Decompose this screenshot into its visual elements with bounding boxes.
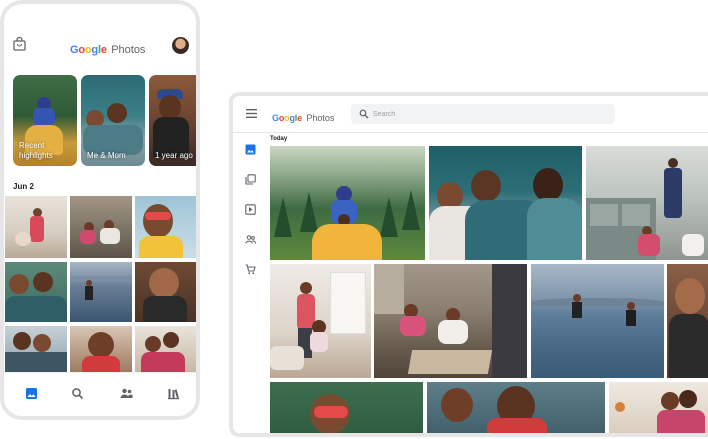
photo-tile[interactable] <box>427 382 605 433</box>
photos-wordmark: Photos <box>111 44 146 56</box>
albums-icon[interactable] <box>245 174 256 185</box>
print-store-icon[interactable] <box>245 264 256 275</box>
photos-icon[interactable] <box>25 387 38 400</box>
memory-card-1-year-ago[interactable]: 1 year ago <box>149 75 196 166</box>
library-icon[interactable] <box>167 387 180 400</box>
tablet-device: Google Photos Today <box>229 92 708 437</box>
photo-tile[interactable] <box>667 264 708 378</box>
memory-label-line: Me & Mom <box>87 151 126 160</box>
app-logo: Google Photos <box>272 108 334 126</box>
search-bar[interactable] <box>351 104 615 124</box>
memory-label-line: 1 year ago <box>155 151 193 160</box>
photo-tile[interactable] <box>270 146 425 260</box>
photo-thumbnail[interactable] <box>5 326 67 372</box>
memory-label: 1 year ago <box>155 151 193 161</box>
memory-label-line: Recent <box>19 141 45 150</box>
sharing-icon[interactable] <box>245 234 256 245</box>
photo-thumbnail[interactable] <box>5 196 67 258</box>
photo-thumbnail[interactable] <box>70 262 132 322</box>
photos-icon[interactable] <box>245 144 256 155</box>
search-icon <box>359 109 369 119</box>
avatar[interactable] <box>172 37 189 54</box>
app-logo: Google Photos <box>70 40 145 58</box>
top-app-bar: Google Photos <box>233 96 708 133</box>
memory-card-recent-highlights[interactable]: Recent highlights <box>13 75 77 166</box>
photo-tile[interactable] <box>586 146 708 260</box>
photo-thumbnail[interactable] <box>135 326 196 372</box>
memory-card-me-and-mom[interactable]: Me & Mom <box>81 75 145 166</box>
section-date-header: Today <box>270 136 288 142</box>
photo-thumbnail[interactable] <box>70 196 132 258</box>
date-header: Jun 2 <box>13 182 34 191</box>
photo-thumbnail[interactable] <box>5 262 67 322</box>
sharing-icon[interactable] <box>120 387 133 400</box>
utilities-icon[interactable] <box>245 204 256 215</box>
phone-app-bar: Google Photos <box>4 30 196 62</box>
shopping-bag-icon[interactable] <box>13 37 26 51</box>
google-wordmark: Google <box>70 44 107 56</box>
search-icon[interactable] <box>71 387 84 400</box>
photo-tile[interactable] <box>270 382 423 433</box>
photo-tile[interactable] <box>374 264 527 378</box>
menu-icon[interactable] <box>246 109 257 118</box>
photo-tile[interactable] <box>531 264 664 378</box>
photo-tile[interactable] <box>609 382 708 433</box>
photo-thumbnail[interactable] <box>135 262 196 322</box>
photo-thumbnail[interactable] <box>70 326 132 372</box>
bottom-navigation <box>4 372 196 416</box>
photo-tile[interactable] <box>270 264 371 378</box>
phone-device: Google Photos Recent highlights Me & Mom… <box>0 0 200 420</box>
photos-wordmark: Photos <box>306 113 335 123</box>
memory-label: Me & Mom <box>87 151 126 161</box>
photo-tile[interactable] <box>429 146 582 260</box>
memory-label: Recent highlights <box>19 141 53 161</box>
memory-label-line: highlights <box>19 151 53 160</box>
photo-thumbnail[interactable] <box>135 196 196 258</box>
google-wordmark: Google <box>272 113 302 123</box>
search-input[interactable] <box>373 107 603 121</box>
